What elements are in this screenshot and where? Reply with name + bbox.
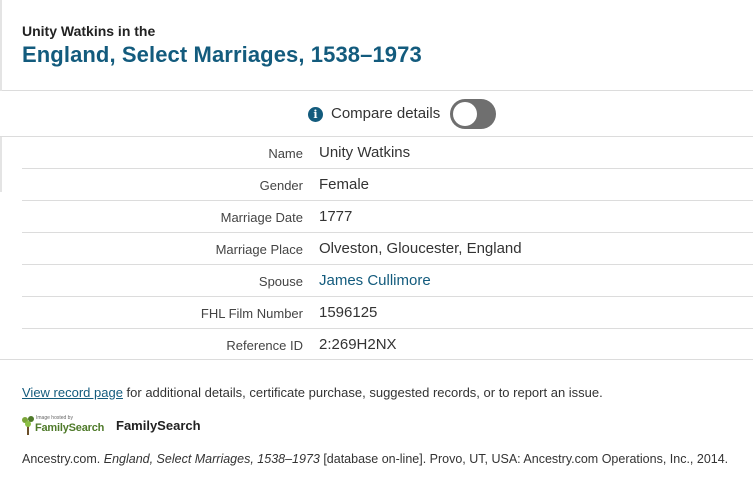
detail-label: Marriage Place	[215, 242, 303, 257]
detail-value: 1596125	[319, 304, 378, 321]
detail-row-gender: Gender Female	[22, 169, 753, 201]
image-hosted-by-text: Image hosted by	[36, 415, 73, 421]
record-page-note-text: for additional details, certificate purc…	[122, 385, 603, 400]
detail-label: Marriage Date	[220, 210, 303, 225]
citation-suffix: [database on-line]. Provo, UT, USA: Ance…	[319, 452, 729, 466]
detail-row-marriage-date: Marriage Date 1777	[22, 201, 753, 233]
detail-value: Unity Watkins	[319, 144, 411, 161]
compare-details-label: Compare details	[331, 105, 441, 122]
detail-label: Gender	[259, 178, 303, 193]
familysearch-logo: Image hosted by FamilySearch	[22, 413, 104, 437]
header-left-rule	[0, 0, 2, 91]
record-subtitle: Unity Watkins in the	[22, 23, 156, 39]
familysearch-brand-text: FamilySearch	[35, 422, 105, 434]
detail-row-fhl-film-number: FHL Film Number 1596125	[22, 297, 753, 329]
detail-label: Name	[268, 146, 303, 161]
compare-details-bar: i Compare details	[0, 91, 753, 137]
detail-row-name: Name Unity Watkins	[22, 137, 753, 169]
detail-row-marriage-place: Marriage Place Olveston, Gloucester, Eng…	[22, 233, 753, 265]
record-page-note: View record page for additional details,…	[22, 385, 603, 400]
source-name: FamilySearch	[116, 418, 201, 433]
details-left-rule	[0, 137, 2, 192]
detail-label: FHL Film Number	[200, 306, 303, 321]
record-details-table: Name Unity Watkins Gender Female Marriag…	[22, 137, 753, 361]
detail-value: Female	[319, 176, 370, 193]
detail-value: 2:269H2NX	[319, 336, 397, 353]
section-divider	[0, 359, 753, 360]
toggle-knob	[453, 102, 477, 126]
citation-prefix: Ancestry.com.	[22, 452, 104, 466]
citation-title: England, Select Marriages, 1538–1973	[103, 452, 320, 466]
source-citation: Ancestry.com. England, Select Marriages,…	[22, 452, 728, 466]
info-icon[interactable]: i	[308, 107, 323, 122]
record-header: Unity Watkins in the England, Select Mar…	[0, 0, 753, 91]
compare-details-toggle[interactable]	[450, 99, 496, 129]
detail-value: Olveston, Gloucester, England	[319, 240, 522, 257]
tree-icon	[22, 416, 34, 435]
spouse-link[interactable]: James Cullimore	[319, 272, 431, 289]
collection-title: England, Select Marriages, 1538–1973	[22, 42, 422, 67]
detail-row-spouse: Spouse James Cullimore	[22, 265, 753, 297]
detail-row-reference-id: Reference ID 2:269H2NX	[22, 329, 753, 361]
detail-label: Spouse	[258, 274, 303, 289]
detail-label: Reference ID	[226, 338, 303, 353]
detail-value: 1777	[319, 208, 353, 225]
view-record-page-link[interactable]: View record page	[22, 385, 123, 400]
